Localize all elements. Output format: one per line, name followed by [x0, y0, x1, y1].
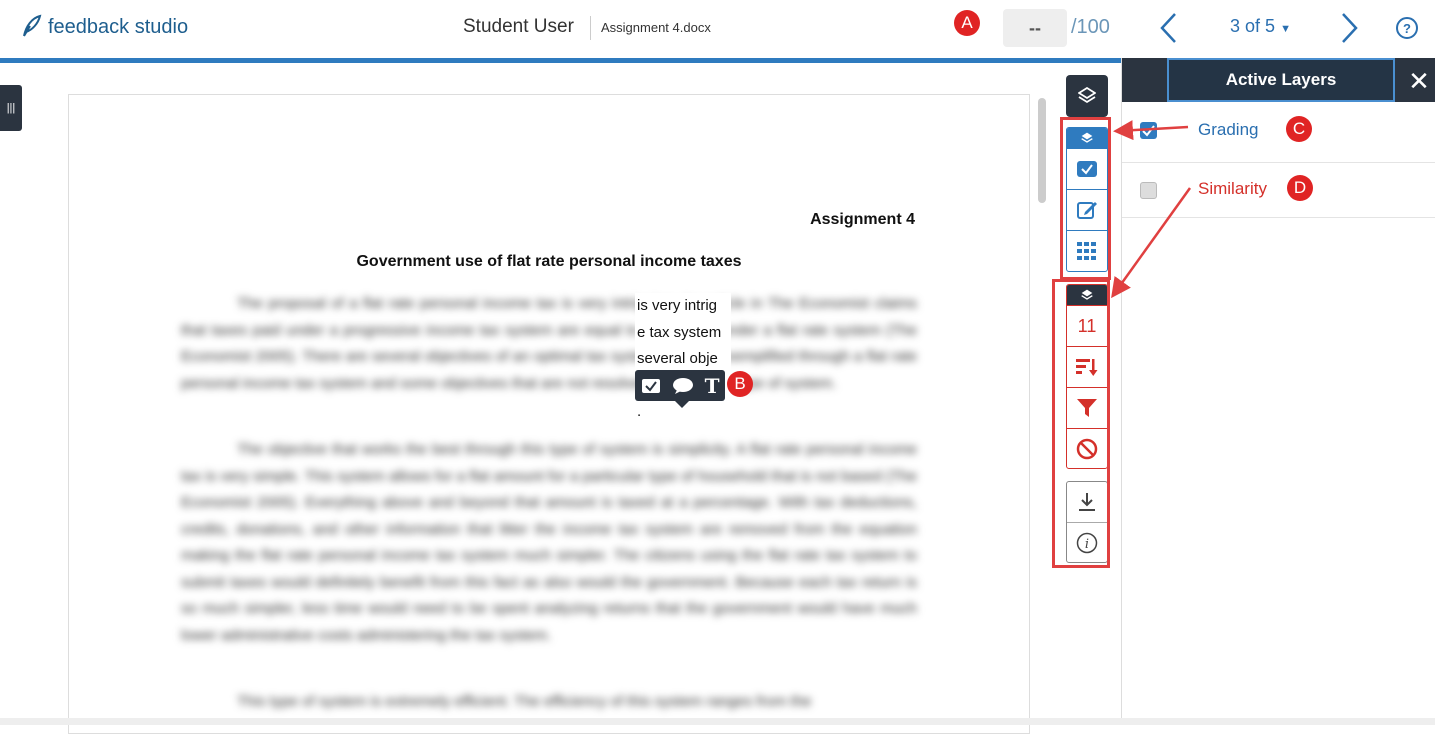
text-fragment: e tax system	[637, 323, 722, 341]
paper-counter-dropdown[interactable]: 3 of 5 ▼	[1230, 16, 1291, 37]
document-scrollbar[interactable]	[1038, 98, 1046, 203]
next-paper-icon[interactable]	[1337, 12, 1361, 44]
left-drawer-handle[interactable]: |||	[0, 85, 22, 131]
quickmark-icon[interactable]	[641, 378, 661, 394]
paragraph-2: The objective that works the best throug…	[181, 441, 917, 644]
paragraph-3: This type of system is extremely efficie…	[237, 693, 812, 710]
highlight-box-grading	[1060, 117, 1111, 280]
grade-input[interactable]: --	[1003, 9, 1067, 47]
layer-label-similarity: Similarity	[1198, 179, 1267, 198]
callout-badge-c: C	[1286, 116, 1312, 142]
callout-badge-a: A	[954, 10, 980, 36]
document-title: Government use of flat rate personal inc…	[356, 253, 742, 270]
grading-checkbox[interactable]	[1140, 122, 1157, 139]
callout-badge-b: B	[727, 371, 753, 397]
text-fragment: several obje	[637, 350, 718, 367]
help-icon[interactable]: ?	[1396, 17, 1418, 39]
panel-title: Active Layers	[1167, 58, 1395, 102]
layers-icon	[1078, 87, 1096, 104]
layers-toggle-button[interactable]	[1066, 75, 1108, 117]
header-rule	[0, 58, 1122, 63]
highlight-box-tools	[1052, 279, 1110, 568]
paper-counter-label: 3 of 5	[1230, 16, 1276, 36]
layer-row-grading[interactable]: Grading	[1122, 102, 1435, 163]
top-bar: feedback studio Student User Assignment …	[0, 0, 1435, 58]
app-name: feedback studio	[48, 15, 189, 38]
header-divider	[590, 16, 591, 40]
previous-paper-icon[interactable]	[1157, 12, 1181, 44]
student-name: Student User	[463, 16, 574, 37]
checkmark-icon	[1142, 125, 1155, 137]
similarity-checkbox[interactable]	[1140, 182, 1157, 199]
text-fragment: is very intrig	[637, 297, 718, 314]
layer-label-grading: Grading	[1198, 120, 1259, 139]
layer-row-similarity[interactable]: Similarity	[1122, 163, 1435, 218]
app-logo: feedback studio	[20, 14, 188, 40]
file-name: Assignment 4.docx	[601, 20, 711, 35]
document-page: Assignment 4 Government use of flat rate…	[68, 94, 1030, 734]
chevron-down-icon: ▼	[1280, 23, 1291, 35]
grade-max: /100	[1071, 16, 1110, 38]
annotation-toolbar: T	[635, 370, 725, 408]
comment-icon[interactable]	[672, 377, 694, 395]
assignment-label: Assignment 4	[810, 211, 915, 228]
callout-badge-d: D	[1287, 175, 1313, 201]
close-icon[interactable]: ✕	[1404, 64, 1434, 98]
paragraph-1: The proposal of a flat rate personal inc…	[181, 295, 917, 392]
bottom-bar	[0, 718, 1435, 725]
text-comment-icon[interactable]: T	[705, 374, 720, 398]
feather-logo-icon	[23, 14, 42, 37]
